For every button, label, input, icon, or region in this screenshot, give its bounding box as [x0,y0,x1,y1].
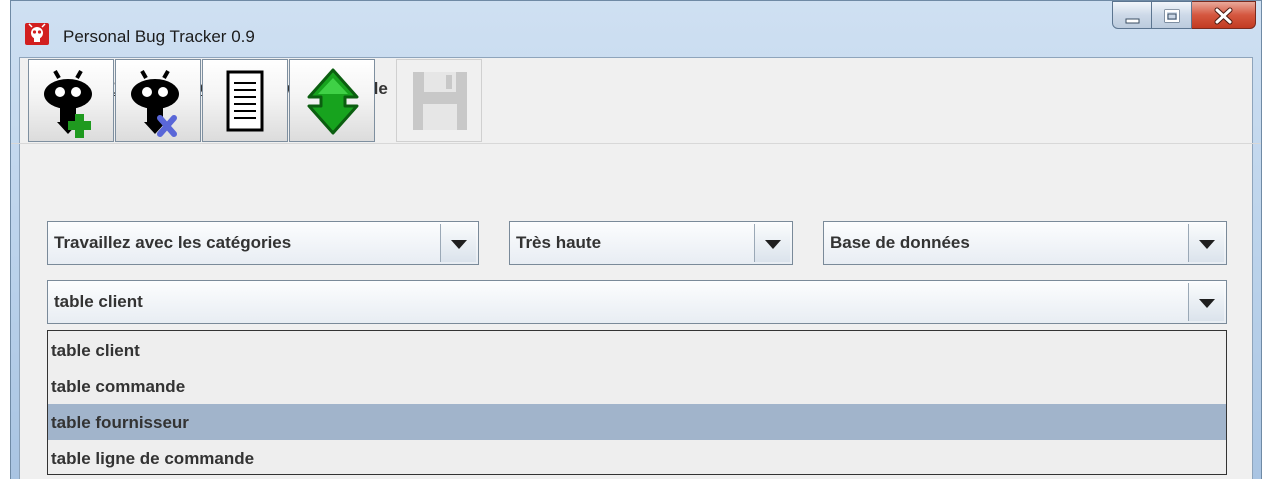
title-bar[interactable]: Personal Bug Tracker 0.9 [11,1,1261,56]
close-button[interactable] [1192,1,1256,29]
up-down-arrows-icon [307,68,359,135]
minimize-button[interactable] [1112,1,1152,29]
list-item[interactable]: table client [48,332,1226,368]
toolbar-separator [11,143,1261,144]
category-value: Base de données [830,233,970,252]
list-item[interactable]: table ligne de commande [48,440,1226,476]
save-button[interactable] [396,59,482,142]
bug-delete-icon [131,70,179,137]
priority-value: Très haute [516,233,602,252]
list-item[interactable]: table commande [48,368,1226,404]
category-mode-value: Travaillez avec les catégories [54,233,292,252]
priority-combo[interactable]: Très haute [509,221,793,265]
bug-app-icon [25,23,49,45]
maximize-button[interactable] [1152,1,1192,29]
minimize-icon [1125,18,1140,24]
app-window: Personal Bug Tracker 0.9 ide Travaillez … [10,0,1262,479]
chevron-down-icon[interactable] [1188,283,1224,321]
chevron-down-icon[interactable] [1188,224,1224,262]
subcategory-value: table client [54,292,143,311]
new-bug-button[interactable] [28,59,114,142]
maximize-icon [1164,9,1180,23]
subcategory-dropdown-list: table client table commande table fourni… [47,330,1227,475]
sort-button[interactable] [289,59,375,142]
document-icon [226,70,264,132]
window-title: Personal Bug Tracker 0.9 [63,27,255,46]
window-controls [1112,1,1256,31]
report-button[interactable] [202,59,288,142]
category-combo[interactable]: Base de données [823,221,1227,265]
delete-bug-button[interactable] [115,59,201,142]
chevron-down-icon[interactable] [440,224,476,262]
chevron-down-icon[interactable] [754,224,790,262]
list-item-selected[interactable]: table fournisseur [48,404,1226,440]
close-icon [1214,7,1233,25]
category-mode-combo[interactable]: Travaillez avec les catégories [47,221,479,265]
save-disk-icon [413,72,467,130]
bug-add-icon [44,70,92,138]
subcategory-combo[interactable]: table client [47,280,1227,324]
